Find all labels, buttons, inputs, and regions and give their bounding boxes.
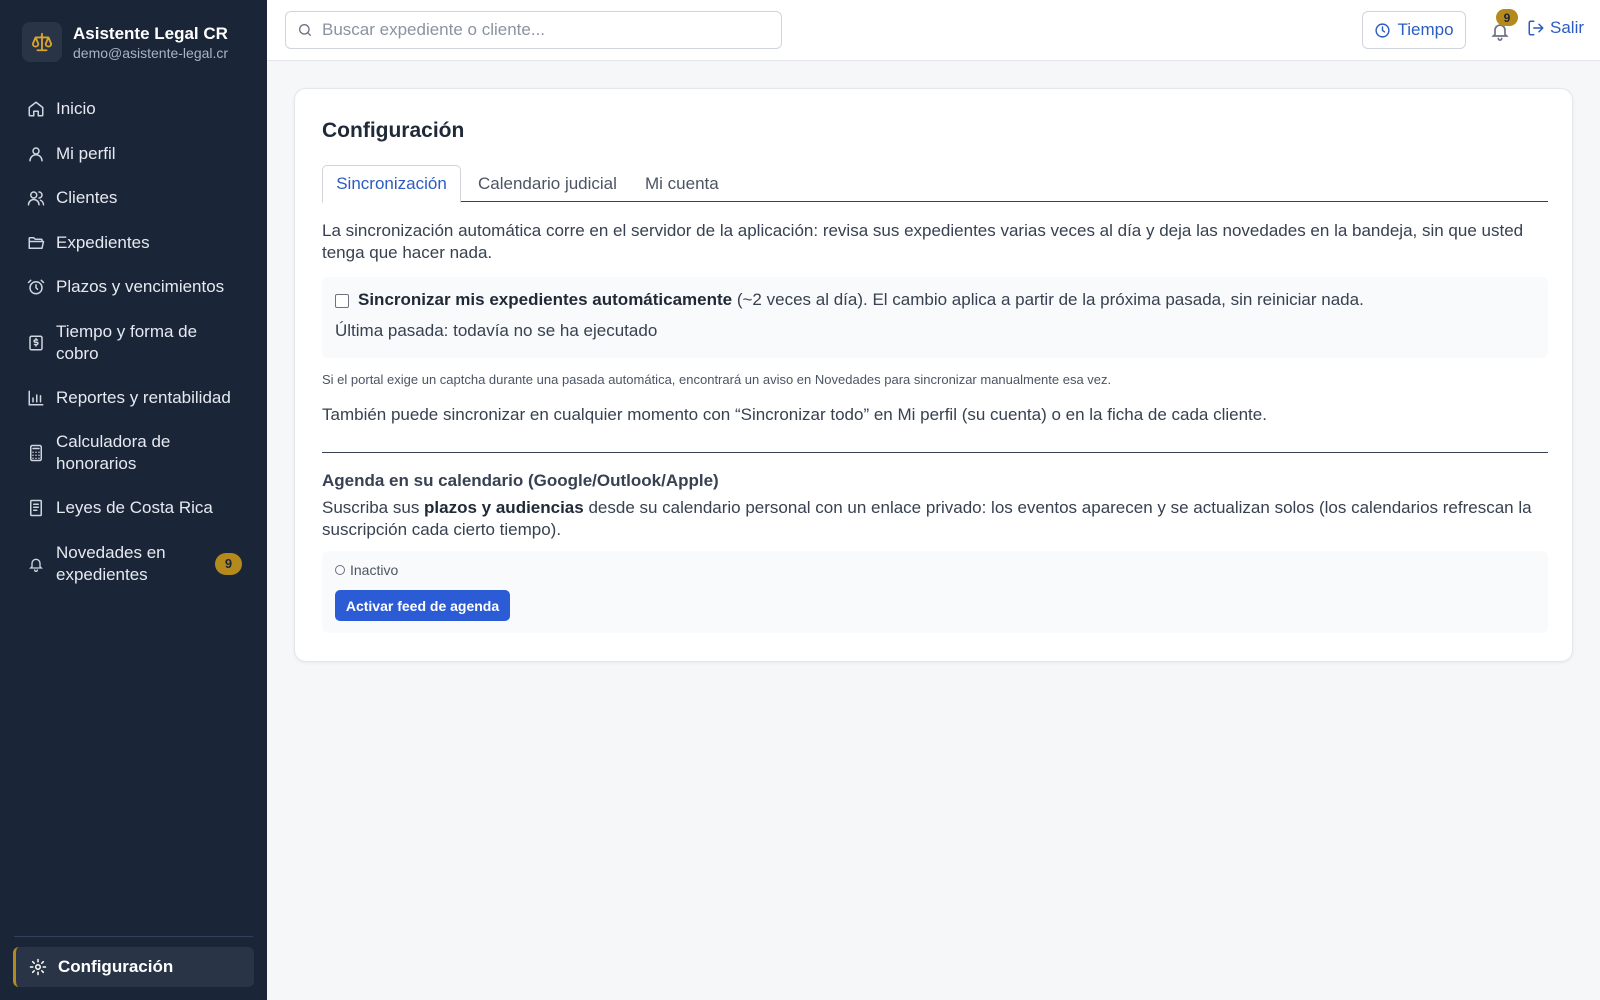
sidebar-divider — [14, 936, 253, 937]
sidebar-item-leyes[interactable]: Leyes de Costa Rica — [14, 486, 254, 531]
captcha-note: Si el portal exige un captcha durante un… — [322, 372, 1112, 387]
receipt-icon — [26, 333, 46, 353]
sidebar-item-label: Clientes — [56, 188, 118, 208]
bell-icon — [26, 554, 46, 574]
sidebar-item-expedientes[interactable]: Expedientes — [14, 221, 254, 266]
salir-button[interactable]: Salir — [1527, 18, 1584, 38]
novedades-badge: 9 — [215, 552, 242, 575]
sidebar-item-configuracion[interactable]: Configuración — [13, 947, 254, 987]
auto-sync-label[interactable]: Sincronizar mis expedientes automáticame… — [358, 289, 1364, 311]
notifications-badge: 9 — [1496, 9, 1518, 26]
brand-name: Asistente Legal CR — [73, 23, 228, 43]
settings-card: Configuración Sincronización Calendario … — [294, 88, 1573, 662]
agenda-feed-panel: Inactivo Activar feed de agenda — [322, 551, 1548, 633]
last-run-text: Última pasada: todavía no se ha ejecutad… — [335, 321, 658, 340]
settings-tabs: Sincronización Calendario judicial Mi cu… — [322, 165, 1548, 203]
sidebar: Asistente Legal CR demo@asistente-legal.… — [0, 0, 267, 1000]
search-icon — [297, 22, 313, 38]
search-box[interactable] — [285, 11, 782, 49]
user-icon — [26, 144, 46, 164]
sidebar-item-calculadora[interactable]: Calculadora de honorarios — [14, 420, 254, 486]
sidebar-item-clientes[interactable]: Clientes — [14, 176, 254, 221]
sidebar-item-plazos[interactable]: Plazos y vencimientos — [14, 265, 254, 310]
section-divider — [322, 452, 1548, 453]
agenda-description: Suscriba sus plazos y audiencias desde s… — [322, 497, 1548, 541]
gear-icon — [28, 957, 48, 977]
tiempo-label: Tiempo — [1397, 20, 1454, 39]
search-input[interactable] — [322, 20, 762, 40]
status-circle-icon — [335, 565, 345, 575]
users-icon — [26, 188, 46, 208]
agenda-desc-bold: plazos y audiencias — [424, 498, 584, 517]
sidebar-item-label: Configuración — [58, 957, 174, 976]
brand-email: demo@asistente-legal.cr — [73, 44, 229, 61]
brand: Asistente Legal CR demo@asistente-legal.… — [22, 22, 228, 62]
auto-sync-checkbox[interactable] — [335, 294, 349, 308]
sidebar-item-label: Tiempo y forma de cobro — [56, 321, 198, 363]
folder-icon — [26, 233, 46, 253]
tiempo-button[interactable]: Tiempo — [1362, 11, 1466, 49]
sidebar-item-mi-perfil[interactable]: Mi perfil — [14, 132, 254, 177]
book-icon — [26, 498, 46, 518]
tab-calendario-judicial[interactable]: Calendario judicial — [478, 165, 617, 202]
alarm-clock-icon — [26, 277, 46, 297]
tab-sincronizacion[interactable]: Sincronización — [322, 165, 461, 203]
sidebar-item-label: Reportes y rentabilidad — [56, 387, 231, 407]
tab-mi-cuenta[interactable]: Mi cuenta — [645, 165, 719, 202]
logout-icon — [1527, 19, 1545, 37]
sidebar-item-label: Calculadora de honorarios — [56, 432, 171, 473]
manual-sync-note: También puede sincronizar en cualquier m… — [322, 405, 1267, 424]
feed-status: Inactivo — [335, 562, 398, 578]
sidebar-item-inicio[interactable]: Inicio — [14, 87, 254, 132]
bar-chart-icon — [26, 388, 46, 408]
activate-feed-button[interactable]: Activar feed de agenda — [335, 590, 510, 621]
home-icon — [26, 99, 46, 119]
salir-label: Salir — [1550, 18, 1585, 37]
agenda-title: Agenda en su calendario (Google/Outlook/… — [322, 471, 719, 490]
sidebar-item-label: Leyes de Costa Rica — [56, 498, 213, 518]
sidebar-nav: Inicio Mi perfil Clientes Expedientes Pl… — [14, 87, 254, 597]
clock-icon — [1374, 22, 1391, 39]
auto-sync-label-bold: Sincronizar mis expedientes automáticame… — [358, 290, 733, 309]
sidebar-item-label: Plazos y vencimientos — [56, 277, 225, 297]
sync-intro-text: La sincronización automática corre en el… — [322, 221, 1524, 262]
sidebar-item-label: Mi perfil — [56, 143, 116, 163]
calculator-icon — [26, 443, 46, 463]
sidebar-item-label: Expedientes — [56, 232, 150, 252]
sidebar-item-novedades[interactable]: Novedades en expedientes 9 — [14, 531, 254, 597]
sidebar-item-reportes[interactable]: Reportes y rentabilidad — [14, 376, 254, 421]
feed-status-label: Inactivo — [350, 562, 399, 578]
auto-sync-label-rest: (~2 veces al día). El cambio aplica a pa… — [732, 290, 1364, 309]
topbar: Tiempo 9 Salir — [267, 0, 1600, 61]
sidebar-item-tiempo-cobro[interactable]: Tiempo y forma de cobro — [14, 310, 254, 376]
sidebar-item-label: Novedades en expedientes — [56, 542, 166, 584]
page-title: Configuración — [322, 119, 465, 142]
sidebar-item-label: Inicio — [56, 99, 96, 119]
agenda-desc-pre: Suscriba sus — [322, 498, 425, 517]
scales-icon — [22, 22, 62, 62]
auto-sync-panel: Sincronizar mis expedientes automáticame… — [322, 277, 1548, 358]
